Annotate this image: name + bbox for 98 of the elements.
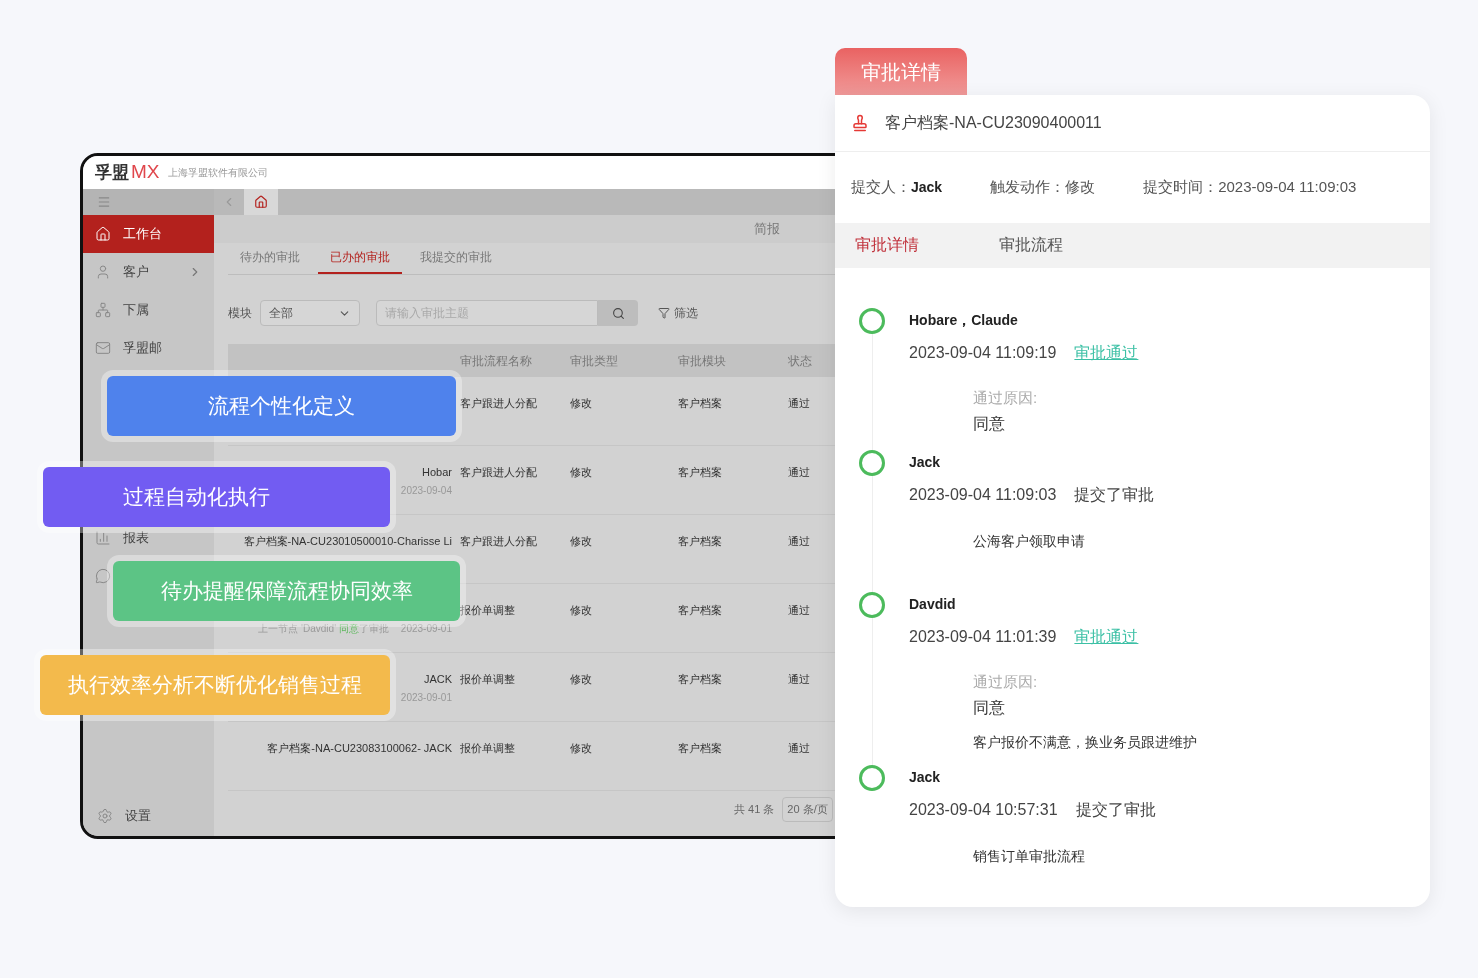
table-cell-text: 客户档案 (677, 741, 723, 756)
detail-badge: 审批详情 (835, 48, 967, 96)
tree-icon (95, 302, 111, 318)
chat-icon (95, 568, 111, 584)
row-subject[interactable]: JACK (423, 671, 452, 685)
table-cell-text: 客户档案 (677, 396, 723, 411)
event-time: 2023-09-04 11:09:19 (909, 343, 1057, 363)
search-icon (611, 306, 625, 320)
reason-text: 同意 (973, 413, 1006, 434)
filter-icon (658, 307, 670, 319)
sidebar-item[interactable]: 工作台 (83, 215, 214, 253)
table-cell-text: 报价单调整 (459, 603, 516, 618)
event-time: 2023-09-04 11:01:39 (909, 627, 1057, 647)
table-cell-text: 修改 (569, 465, 593, 480)
table-cell-text: 通过 (787, 603, 811, 618)
table-cell-text: 客户档案 (677, 465, 723, 480)
settings-item[interactable]: 设置 (83, 796, 214, 836)
table-cell-text: 报价单调整 (459, 741, 516, 756)
timeline-node (859, 592, 885, 618)
page-size-select[interactable]: 20 条/页 (782, 797, 833, 822)
feature-label: 过程自动化执行 (43, 467, 390, 527)
table-cell-text: 客户档案 (677, 534, 723, 549)
table-cell-text: 客户跟进人分配 (459, 465, 538, 480)
sidebar-item[interactable] (95, 568, 111, 584)
settings-icon (97, 808, 113, 824)
home-tab[interactable] (244, 189, 278, 215)
approval-tab[interactable]: 我提交的审批 (408, 248, 504, 274)
table-cell-text: 通过 (787, 396, 811, 411)
reason-label: 通过原因: (973, 672, 1039, 692)
approver-name: Davdid (909, 595, 957, 614)
detail-tab[interactable]: 审批详情 (855, 233, 919, 258)
company-name: 上海孚盟软件有限公司 (167, 166, 268, 180)
feature-label: 执行效率分析不断优化销售过程 (40, 655, 390, 715)
sidebar-item[interactable]: 孚盟邮 (95, 338, 162, 358)
search-button[interactable] (598, 300, 638, 326)
reason-text: 同意 (973, 697, 1006, 718)
column-heading: 状态 (787, 352, 813, 370)
row-date: 2023-09-01 (400, 691, 452, 705)
feature-label: 流程个性化定义 (107, 376, 456, 436)
row-subject[interactable]: 客户档案-NA-CU23010500010-Charisse Li (243, 533, 452, 547)
column-heading: 审批类型 (569, 352, 619, 370)
column-heading: 审批流程名称 (459, 352, 533, 370)
table-cell-text: 修改 (569, 534, 593, 549)
info-field: 提交人：Jack (851, 176, 943, 199)
logo: 孚盟MX (95, 160, 160, 185)
stamp-icon (851, 114, 869, 132)
row-subject[interactable]: 客户档案-NA-CU23083100062- JACK (267, 740, 452, 754)
module-label: 模块 (228, 305, 252, 322)
table-cell-text: 客户档案 (677, 672, 723, 687)
approval-tab[interactable]: 已办的审批 (318, 248, 402, 274)
event-time: 2023-09-04 11:09:03 (909, 485, 1057, 505)
table-cell-text: 通过 (787, 741, 811, 756)
table-cell-text: 客户跟进人分配 (459, 534, 538, 549)
column-heading: 审批模块 (677, 352, 727, 370)
user-icon (95, 264, 111, 280)
event-action: 提交了审批 (1075, 800, 1156, 820)
table-cell-text: 修改 (569, 396, 593, 411)
filter-button[interactable]: 筛选 (658, 304, 698, 322)
table-cell-text: 修改 (569, 603, 593, 618)
table-cell-text: 客户跟进人分配 (459, 396, 538, 411)
event-action: 提交了审批 (1074, 485, 1155, 505)
event-note: 客户报价不满意，换业务员跟进维护 (972, 732, 1197, 752)
info-field: 触发动作：修改 (990, 176, 1096, 199)
event-note: 销售订单审批流程 (972, 847, 1086, 866)
approver-name: Jack (909, 453, 942, 472)
event-note: 公海客户领取申请 (972, 532, 1086, 551)
home-icon (254, 195, 268, 209)
row-date: 2023-09-04 (400, 484, 452, 498)
table-cell-text: 通过 (787, 534, 811, 549)
chart-icon (95, 530, 111, 546)
timeline-node (859, 308, 885, 334)
info-field: 提交时间：2023-09-04 11:09:03 (1143, 176, 1357, 199)
event-time: 2023-09-04 10:57:31 (909, 800, 1058, 820)
table-cell-text: 通过 (787, 672, 811, 687)
table-cell-text: 客户档案 (677, 603, 723, 618)
feature-label: 待办提醒保障流程协同效率 (113, 561, 460, 621)
row-subject[interactable]: Hobar (422, 464, 452, 478)
sidebar-item[interactable]: 报表 (95, 528, 149, 548)
mail-icon (95, 340, 111, 356)
total-count: 共 41 条 (734, 802, 775, 818)
row-date: 2023-09-01 (400, 622, 452, 636)
sidebar-item[interactable]: 客户 (95, 262, 214, 282)
sidebar-item[interactable]: 下属 (95, 300, 149, 320)
table-cell-text: 修改 (569, 672, 593, 687)
approver-name: Jack (909, 768, 942, 787)
timeline-node (859, 450, 885, 476)
reason-label: 通过原因: (973, 388, 1039, 408)
table-cell-text: 修改 (569, 741, 593, 756)
home-icon (95, 226, 111, 242)
approval-tab[interactable]: 待办的审批 (228, 248, 312, 274)
approver-name: Hobare，Claude (909, 311, 1019, 330)
module-select[interactable]: 全部 (260, 300, 360, 326)
table-cell-text: 报价单调整 (459, 672, 516, 687)
menu-icon[interactable] (97, 195, 111, 209)
table-cell-text: 通过 (787, 465, 811, 480)
detail-tab[interactable]: 审批流程 (999, 233, 1063, 258)
record-title: 客户档案-NA-CU23090400011 (885, 113, 1102, 133)
timeline-node (859, 765, 885, 791)
